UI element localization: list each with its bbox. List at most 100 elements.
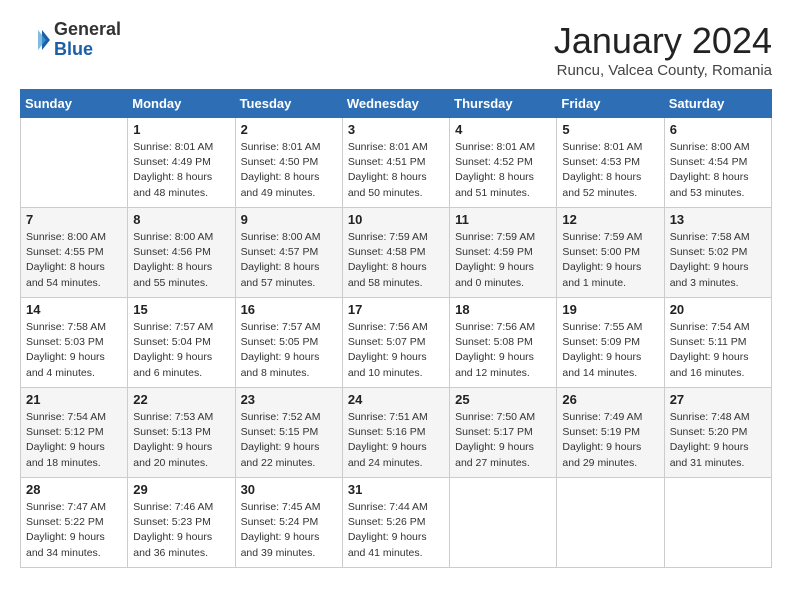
- month-title: January 2024: [554, 20, 772, 62]
- day-number: 7: [26, 212, 122, 227]
- calendar-cell: 9 Sunrise: 8:00 AMSunset: 4:57 PMDaylight…: [235, 208, 342, 298]
- logo-blue: Blue: [54, 40, 121, 60]
- day-info: Sunrise: 7:50 AMSunset: 5:17 PMDaylight:…: [455, 410, 551, 471]
- header-thursday: Thursday: [450, 90, 557, 118]
- day-info: Sunrise: 7:44 AMSunset: 5:26 PMDaylight:…: [348, 500, 444, 561]
- day-info: Sunrise: 7:55 AMSunset: 5:09 PMDaylight:…: [562, 320, 658, 381]
- logo-general: General: [54, 20, 121, 40]
- calendar-cell: 24Sunrise: 7:51 AMSunset: 5:16 PMDayligh…: [342, 388, 449, 478]
- day-number: 30: [241, 482, 337, 497]
- day-number: 25: [455, 392, 551, 407]
- day-number: 16: [241, 302, 337, 317]
- day-number: 14: [26, 302, 122, 317]
- day-info: Sunrise: 8:01 AMSunset: 4:51 PMDaylight:…: [348, 140, 444, 201]
- calendar-cell: 5 Sunrise: 8:01 AMSunset: 4:53 PMDaylight…: [557, 118, 664, 208]
- day-info: Sunrise: 7:59 AMSunset: 4:59 PMDaylight:…: [455, 230, 551, 291]
- header-friday: Friday: [557, 90, 664, 118]
- calendar-cell: [664, 478, 771, 568]
- day-number: 2: [241, 122, 337, 137]
- week-row-3: 14 Sunrise: 7:58 AMSunset: 5:03 PMDayligh…: [21, 298, 772, 388]
- calendar-cell: 29Sunrise: 7:46 AMSunset: 5:23 PMDayligh…: [128, 478, 235, 568]
- day-number: 26: [562, 392, 658, 407]
- calendar-cell: 20Sunrise: 7:54 AMSunset: 5:11 PMDayligh…: [664, 298, 771, 388]
- calendar-cell: 26 Sunrise: 7:49 AMSunset: 5:19 PMDayligh…: [557, 388, 664, 478]
- week-row-5: 28 Sunrise: 7:47 AMSunset: 5:22 PMDayligh…: [21, 478, 772, 568]
- header-row: SundayMondayTuesdayWednesdayThursdayFrid…: [21, 90, 772, 118]
- header-tuesday: Tuesday: [235, 90, 342, 118]
- day-info: Sunrise: 7:52 AMSunset: 5:15 PMDaylight:…: [241, 410, 337, 471]
- day-number: 23: [241, 392, 337, 407]
- day-number: 17: [348, 302, 444, 317]
- calendar-cell: 15Sunrise: 7:57 AMSunset: 5:04 PMDayligh…: [128, 298, 235, 388]
- day-info: Sunrise: 8:01 AMSunset: 4:49 PMDaylight:…: [133, 140, 229, 201]
- header-wednesday: Wednesday: [342, 90, 449, 118]
- day-number: 8: [133, 212, 229, 227]
- day-number: 28: [26, 482, 122, 497]
- calendar-cell: 1 Sunrise: 8:01 AMSunset: 4:49 PMDaylight…: [128, 118, 235, 208]
- week-row-1: 1 Sunrise: 8:01 AMSunset: 4:49 PMDaylight…: [21, 118, 772, 208]
- week-row-4: 21Sunrise: 7:54 AMSunset: 5:12 PMDayligh…: [21, 388, 772, 478]
- day-info: Sunrise: 8:01 AMSunset: 4:53 PMDaylight:…: [562, 140, 658, 201]
- calendar-cell: 19 Sunrise: 7:55 AMSunset: 5:09 PMDayligh…: [557, 298, 664, 388]
- calendar-cell: 2 Sunrise: 8:01 AMSunset: 4:50 PMDaylight…: [235, 118, 342, 208]
- day-info: Sunrise: 7:47 AMSunset: 5:22 PMDaylight:…: [26, 500, 122, 561]
- calendar-cell: 12 Sunrise: 7:59 AMSunset: 5:00 PMDayligh…: [557, 208, 664, 298]
- calendar-cell: 10 Sunrise: 7:59 AMSunset: 4:58 PMDayligh…: [342, 208, 449, 298]
- day-number: 18: [455, 302, 551, 317]
- day-info: Sunrise: 7:58 AMSunset: 5:02 PMDaylight:…: [670, 230, 766, 291]
- day-number: 6: [670, 122, 766, 137]
- calendar-cell: 3 Sunrise: 8:01 AMSunset: 4:51 PMDaylight…: [342, 118, 449, 208]
- day-info: Sunrise: 7:59 AMSunset: 4:58 PMDaylight:…: [348, 230, 444, 291]
- calendar-cell: 8 Sunrise: 8:00 AMSunset: 4:56 PMDaylight…: [128, 208, 235, 298]
- header-saturday: Saturday: [664, 90, 771, 118]
- location: Runcu, Valcea County, Romania: [554, 62, 772, 79]
- day-info: Sunrise: 7:53 AMSunset: 5:13 PMDaylight:…: [133, 410, 229, 471]
- calendar-cell: 11 Sunrise: 7:59 AMSunset: 4:59 PMDayligh…: [450, 208, 557, 298]
- calendar-cell: 6 Sunrise: 8:00 AMSunset: 4:54 PMDaylight…: [664, 118, 771, 208]
- day-number: 24: [348, 392, 444, 407]
- day-number: 19: [562, 302, 658, 317]
- day-info: Sunrise: 7:59 AMSunset: 5:00 PMDaylight:…: [562, 230, 658, 291]
- logo-icon: [20, 25, 50, 55]
- day-number: 12: [562, 212, 658, 227]
- day-number: 10: [348, 212, 444, 227]
- day-info: Sunrise: 8:01 AMSunset: 4:52 PMDaylight:…: [455, 140, 551, 201]
- day-number: 4: [455, 122, 551, 137]
- calendar-cell: 27 Sunrise: 7:48 AMSunset: 5:20 PMDayligh…: [664, 388, 771, 478]
- calendar-cell: 22Sunrise: 7:53 AMSunset: 5:13 PMDayligh…: [128, 388, 235, 478]
- calendar-cell: 13 Sunrise: 7:58 AMSunset: 5:02 PMDayligh…: [664, 208, 771, 298]
- day-number: 5: [562, 122, 658, 137]
- day-number: 29: [133, 482, 229, 497]
- day-number: 11: [455, 212, 551, 227]
- day-number: 13: [670, 212, 766, 227]
- calendar-cell: [21, 118, 128, 208]
- calendar-cell: 14 Sunrise: 7:58 AMSunset: 5:03 PMDayligh…: [21, 298, 128, 388]
- day-info: Sunrise: 8:00 AMSunset: 4:56 PMDaylight:…: [133, 230, 229, 291]
- page-header: General Blue January 2024 Runcu, Valcea …: [20, 20, 772, 79]
- day-number: 9: [241, 212, 337, 227]
- day-number: 3: [348, 122, 444, 137]
- day-info: Sunrise: 8:01 AMSunset: 4:50 PMDaylight:…: [241, 140, 337, 201]
- calendar-cell: 23 Sunrise: 7:52 AMSunset: 5:15 PMDayligh…: [235, 388, 342, 478]
- day-info: Sunrise: 7:45 AMSunset: 5:24 PMDaylight:…: [241, 500, 337, 561]
- day-info: Sunrise: 7:58 AMSunset: 5:03 PMDaylight:…: [26, 320, 122, 381]
- header-sunday: Sunday: [21, 90, 128, 118]
- calendar-cell: 17Sunrise: 7:56 AMSunset: 5:07 PMDayligh…: [342, 298, 449, 388]
- calendar-cell: 31 Sunrise: 7:44 AMSunset: 5:26 PMDayligh…: [342, 478, 449, 568]
- day-info: Sunrise: 7:48 AMSunset: 5:20 PMDaylight:…: [670, 410, 766, 471]
- day-number: 1: [133, 122, 229, 137]
- calendar-cell: 7Sunrise: 8:00 AMSunset: 4:55 PMDaylight…: [21, 208, 128, 298]
- day-info: Sunrise: 8:00 AMSunset: 4:54 PMDaylight:…: [670, 140, 766, 201]
- calendar-cell: 18Sunrise: 7:56 AMSunset: 5:08 PMDayligh…: [450, 298, 557, 388]
- day-info: Sunrise: 7:54 AMSunset: 5:12 PMDaylight:…: [26, 410, 122, 471]
- calendar-cell: 21Sunrise: 7:54 AMSunset: 5:12 PMDayligh…: [21, 388, 128, 478]
- day-info: Sunrise: 7:49 AMSunset: 5:19 PMDaylight:…: [562, 410, 658, 471]
- day-info: Sunrise: 8:00 AMSunset: 4:57 PMDaylight:…: [241, 230, 337, 291]
- header-monday: Monday: [128, 90, 235, 118]
- logo: General Blue: [20, 20, 121, 60]
- day-number: 27: [670, 392, 766, 407]
- calendar-cell: [450, 478, 557, 568]
- day-number: 31: [348, 482, 444, 497]
- day-info: Sunrise: 7:57 AMSunset: 5:05 PMDaylight:…: [241, 320, 337, 381]
- day-info: Sunrise: 7:57 AMSunset: 5:04 PMDaylight:…: [133, 320, 229, 381]
